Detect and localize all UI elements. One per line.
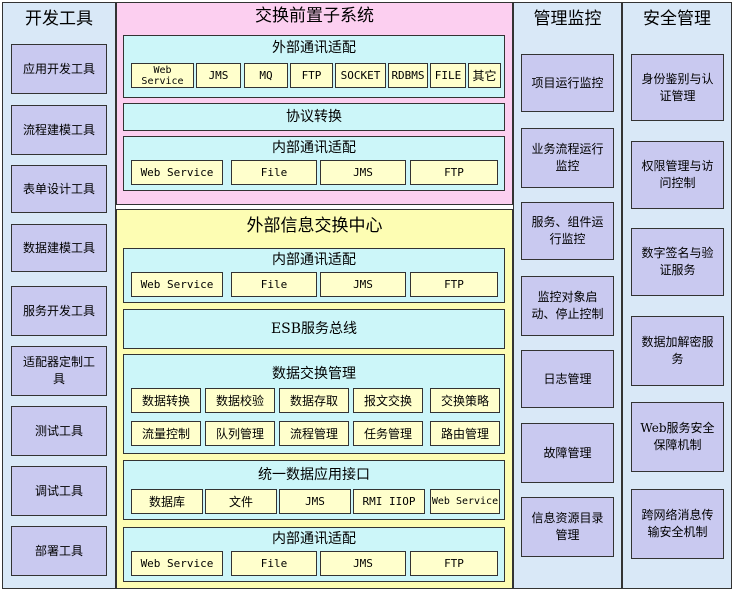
center-internal-adapter-bottom-title: 内部通讯适配	[272, 531, 356, 547]
dev-tool-service: 服务开发工具	[11, 286, 107, 336]
ext-other: 其它	[468, 63, 501, 88]
dx-process: 流程管理	[279, 421, 349, 446]
dx-access: 数据存取	[279, 388, 349, 413]
security-signature: 数字签名与验证服务	[631, 228, 724, 296]
front-int-webservice: Web Service	[131, 160, 223, 185]
center-top-jms: JMS	[320, 272, 406, 297]
front-external-adapter-title: 外部通讯适配	[272, 40, 356, 56]
ext-mq: MQ	[244, 63, 288, 88]
ext-webservice: Web Service	[131, 63, 194, 88]
ext-jms: JMS	[196, 63, 241, 88]
dev-tool-test: 测试工具	[11, 406, 107, 456]
data-exchange-management-title: 数据交换管理	[272, 366, 356, 382]
exchange-center: 外部信息交换中心 内部通讯适配 Web Service File JMS FTP…	[116, 209, 513, 589]
monitor-fault: 故障管理	[521, 423, 614, 483]
ext-socket: SOCKET	[335, 63, 386, 88]
monitor-log: 日志管理	[521, 350, 614, 408]
center-bottom-file: File	[231, 551, 317, 576]
dx-queue: 队列管理	[205, 421, 275, 446]
monitor-title: 管理监控	[533, 9, 602, 29]
dev-tool-deploy: 部署工具	[11, 526, 107, 576]
ext-ftp: FTP	[290, 63, 333, 88]
center-top-file: File	[231, 272, 317, 297]
front-internal-adapter-title: 内部通讯适配	[272, 140, 356, 156]
center-bottom-jms: JMS	[320, 551, 406, 576]
security-web-service: Web服务安全保障机制	[631, 402, 724, 472]
front-subsystem: 交换前置子系统 外部通讯适配 Web Service JMS MQ FTP SO…	[116, 2, 513, 205]
monitor-project: 项目运行监控	[521, 54, 614, 112]
dx-task: 任务管理	[353, 421, 423, 446]
security-cross-network: 跨网络消息传输安全机制	[631, 489, 724, 559]
api-rmi-iiop: RMI IIOP	[353, 489, 425, 514]
dev-tool-form: 表单设计工具	[11, 165, 107, 213]
monitor-resource-catalog: 信息资源目录管理	[521, 497, 614, 557]
security-encryption: 数据加解密服务	[631, 316, 724, 386]
dev-tools-column: 开发工具 应用开发工具 流程建模工具 表单设计工具 数据建模工具 服务开发工具 …	[2, 2, 116, 589]
center-internal-adapter-top: 内部通讯适配 Web Service File JMS FTP	[123, 248, 505, 303]
front-int-jms: JMS	[320, 160, 406, 185]
security-identity: 身份鉴别与认证管理	[631, 54, 724, 121]
dev-tool-app: 应用开发工具	[11, 44, 107, 94]
security-title: 安全管理	[643, 9, 711, 29]
dx-routing: 路由管理	[430, 421, 500, 446]
unified-data-api: 统一数据应用接口 数据库 文件 JMS RMI IIOP Web Service	[123, 460, 505, 520]
center-bottom-webservice: Web Service	[131, 551, 223, 576]
dev-tools-title: 开发工具	[25, 9, 93, 29]
dev-tool-flow: 流程建模工具	[11, 105, 107, 155]
center-top-webservice: Web Service	[131, 272, 223, 297]
monitor-service-component: 服务、组件运行监控	[521, 202, 614, 260]
dx-validate: 数据校验	[205, 388, 275, 413]
center-top-ftp: FTP	[410, 272, 498, 297]
api-database: 数据库	[131, 489, 203, 514]
exchange-center-title: 外部信息交换中心	[246, 216, 383, 236]
monitor-start-stop: 监控对象启动、停止控制	[521, 276, 614, 336]
dev-tool-debug: 调试工具	[11, 466, 107, 516]
unified-data-api-title: 统一数据应用接口	[258, 467, 370, 483]
center-internal-adapter-bottom: 内部通讯适配 Web Service File JMS FTP	[123, 527, 505, 582]
center-internal-adapter-top-title: 内部通讯适配	[272, 252, 356, 268]
protocol-conversion-label: 协议转换	[286, 109, 342, 125]
dx-flow-control: 流量控制	[131, 421, 201, 446]
security-access: 权限管理与访问控制	[631, 141, 724, 209]
dx-convert: 数据转换	[131, 388, 201, 413]
ext-rdbms: RDBMS	[388, 63, 428, 88]
esb-bus-label: ESB服务总线	[270, 321, 358, 337]
protocol-conversion: 协议转换	[123, 103, 505, 131]
front-int-ftp: FTP	[410, 160, 498, 185]
security-column: 安全管理 身份鉴别与认证管理 权限管理与访问控制 数字签名与验证服务 数据加解密…	[622, 2, 732, 589]
api-jms: JMS	[279, 489, 351, 514]
front-int-file: File	[231, 160, 317, 185]
center-bottom-ftp: FTP	[410, 551, 498, 576]
dev-tool-adapter: 适配器定制工具	[11, 346, 107, 396]
front-internal-adapter: 内部通讯适配 Web Service File JMS FTP	[123, 136, 505, 191]
dev-tool-data: 数据建模工具	[11, 224, 107, 272]
front-subsystem-title: 交换前置子系统	[255, 6, 374, 26]
ext-file: FILE	[430, 63, 466, 88]
monitor-business-flow: 业务流程运行监控	[521, 128, 614, 188]
dx-message: 报文交换	[353, 388, 423, 413]
esb-bus: ESB服务总线	[123, 309, 505, 349]
data-exchange-management: 数据交换管理 数据转换 数据校验 数据存取 报文交换 交换策略 流量控制 队列管…	[123, 354, 505, 454]
api-file: 文件	[205, 489, 277, 514]
api-webservice: Web Service	[430, 489, 500, 514]
dx-strategy: 交换策略	[430, 388, 500, 413]
front-external-adapter: 外部通讯适配 Web Service JMS MQ FTP SOCKET RDB…	[123, 35, 505, 98]
monitor-column: 管理监控 项目运行监控 业务流程运行监控 服务、组件运行监控 监控对象启动、停止…	[513, 2, 622, 589]
